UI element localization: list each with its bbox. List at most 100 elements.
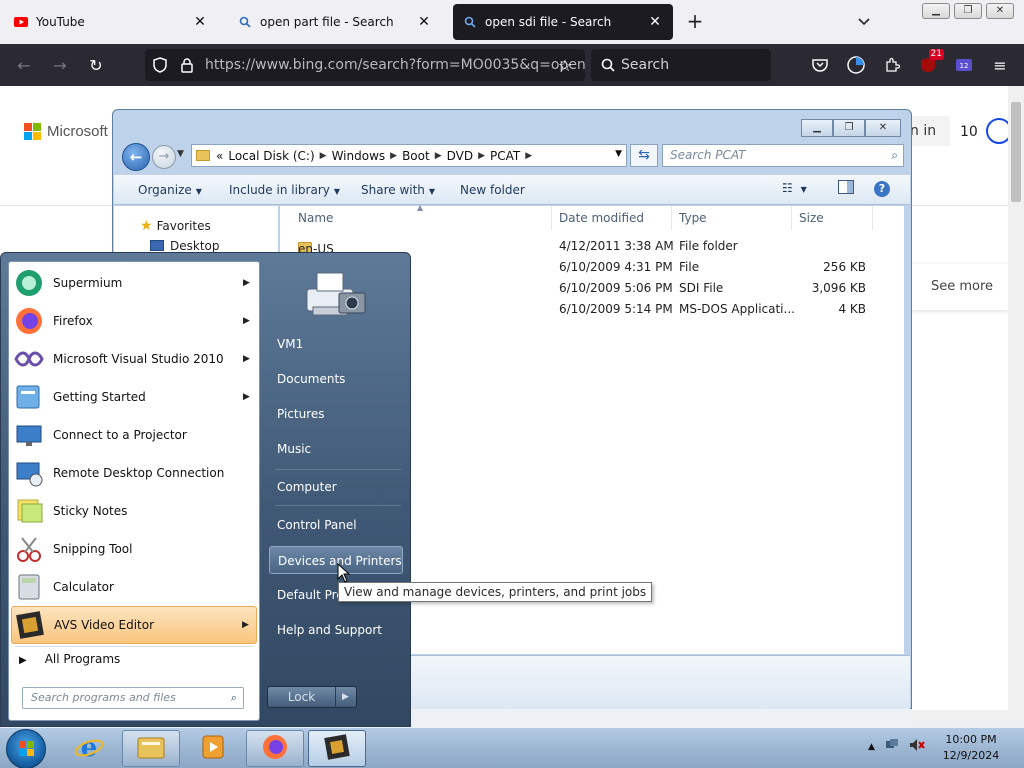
start-link-vm1[interactable]: VM1: [269, 330, 403, 358]
pocket-icon[interactable]: [810, 55, 830, 75]
program-avs-video-editor[interactable]: AVS Video Editor ▶: [11, 606, 257, 644]
maximize-button[interactable]: ❐: [833, 119, 865, 137]
start-link-help-and-support[interactable]: Help and Support: [269, 616, 403, 644]
explorer-search-input[interactable]: Search PCAT ⌕: [662, 144, 904, 167]
view-options-icon[interactable]: ☷ ▼: [782, 181, 807, 195]
volume-muted-icon[interactable]: [909, 738, 925, 755]
breadcrumb-dvd[interactable]: DVD: [447, 149, 473, 163]
breadcrumb-arrow-icon[interactable]: ▶: [435, 151, 442, 161]
program-visual-studio[interactable]: Microsoft Visual Studio 2010 ▶: [11, 340, 257, 378]
nav-favorites[interactable]: ★ Favorites: [140, 218, 211, 234]
help-icon[interactable]: ?: [874, 181, 890, 197]
breadcrumb-arrow-icon[interactable]: ▶: [525, 151, 532, 161]
sign-in-button[interactable]: n in: [908, 116, 950, 146]
taskbar-avs-video-editor[interactable]: [308, 730, 366, 767]
address-dropdown-icon[interactable]: ▼: [615, 149, 622, 159]
address-overflow[interactable]: «: [216, 149, 223, 163]
breadcrumb-arrow-icon[interactable]: ▶: [320, 151, 327, 161]
back-icon[interactable]: ←: [14, 55, 34, 75]
recent-pages-dropdown[interactable]: ▼: [177, 149, 184, 159]
maximize-button[interactable]: ❐: [954, 3, 982, 19]
menu-icon[interactable]: ≡: [990, 55, 1010, 75]
breadcrumb-local-disk[interactable]: Local Disk (C:): [228, 149, 314, 163]
column-date-modified[interactable]: Date modified: [553, 206, 672, 230]
firefox-icon: [13, 305, 45, 337]
close-button[interactable]: ✕: [986, 3, 1014, 19]
new-folder-button[interactable]: New folder: [460, 183, 525, 197]
list-all-tabs-button[interactable]: [852, 10, 876, 34]
program-calculator[interactable]: Calculator: [11, 568, 257, 606]
organize-button[interactable]: Organize ▼: [138, 183, 202, 197]
taskbar-internet-explorer[interactable]: e: [60, 730, 118, 767]
user-picture-printer-icon[interactable]: [303, 263, 369, 323]
tab-open-sdi-file[interactable]: open sdi file - Search ✕: [453, 4, 673, 40]
program-firefox[interactable]: Firefox ▶: [11, 302, 257, 340]
browser-search-box[interactable]: Search: [591, 49, 771, 81]
breadcrumb-pcat[interactable]: PCAT: [490, 149, 520, 163]
microsoft-logo[interactable]: Microsoft: [24, 123, 108, 140]
reload-icon[interactable]: ↻: [86, 55, 106, 75]
show-hidden-icons-icon[interactable]: ▲: [868, 742, 875, 752]
program-remote-desktop[interactable]: Remote Desktop Connection: [11, 454, 257, 492]
start-link-music[interactable]: Music: [269, 435, 403, 463]
taskbar-firefox[interactable]: [246, 730, 304, 767]
share-with-button[interactable]: Share with ▼: [361, 183, 435, 197]
account-icon[interactable]: [846, 55, 866, 75]
taskbar-clock[interactable]: 10:00 PM 12/9/2024: [936, 732, 1006, 764]
breadcrumb-boot[interactable]: Boot: [402, 149, 430, 163]
new-tab-button[interactable]: +: [683, 10, 707, 32]
start-search-placeholder: Search programs and files: [31, 691, 176, 704]
network-icon[interactable]: [885, 738, 899, 755]
scrollbar-thumb[interactable]: [1011, 102, 1021, 202]
close-tab-icon[interactable]: ✕: [416, 14, 432, 30]
start-link-documents[interactable]: Documents: [269, 365, 403, 393]
program-supermium[interactable]: Supermium ▶: [11, 264, 257, 302]
forward-button[interactable]: →: [152, 145, 176, 169]
program-sticky-notes[interactable]: Sticky Notes: [11, 492, 257, 530]
lock-icon[interactable]: [177, 55, 197, 75]
extension-icon[interactable]: 12: [954, 55, 974, 75]
preview-pane-icon[interactable]: [838, 180, 854, 197]
see-more-button[interactable]: See more: [912, 264, 1008, 310]
breadcrumb-arrow-icon[interactable]: ▶: [390, 151, 397, 161]
start-link-pictures[interactable]: Pictures: [269, 400, 403, 428]
url-bar[interactable]: https://www.bing.com/search?form=MO0035&…: [145, 49, 585, 81]
shutdown-options-arrow-icon[interactable]: ▶: [335, 687, 356, 707]
program-getting-started[interactable]: Getting Started ▶: [11, 378, 257, 416]
back-button[interactable]: ←: [122, 143, 150, 171]
program-snipping-tool[interactable]: Snipping Tool: [11, 530, 257, 568]
start-search-input[interactable]: Search programs and files ⌕: [22, 687, 244, 709]
close-tab-icon[interactable]: ✕: [192, 14, 208, 30]
start-button-windows-icon[interactable]: [6, 729, 46, 768]
column-size[interactable]: Size: [793, 206, 873, 230]
minimize-button[interactable]: ▁: [801, 119, 833, 137]
column-type[interactable]: Type: [673, 206, 792, 230]
address-bar[interactable]: « Local Disk (C:) ▶ Windows ▶ Boot ▶ DVD ▶ P…: [191, 144, 627, 167]
nav-desktop[interactable]: Desktop: [150, 239, 220, 253]
minimize-button[interactable]: ▁: [922, 3, 950, 19]
start-link-computer[interactable]: Computer: [269, 473, 403, 501]
taskbar-windows-explorer[interactable]: [122, 730, 180, 767]
program-connect-to-projector[interactable]: Connect to a Projector: [11, 416, 257, 454]
refresh-button[interactable]: ⇆: [630, 144, 658, 167]
breadcrumb-arrow-icon[interactable]: ▶: [478, 151, 485, 161]
close-button[interactable]: ✕: [865, 119, 901, 137]
include-in-library-button[interactable]: Include in library ▼: [229, 183, 340, 197]
lock-label[interactable]: Lock: [268, 687, 336, 707]
lock-button[interactable]: Lock ▶: [267, 686, 357, 708]
adblock-icon[interactable]: 21: [918, 49, 944, 75]
breadcrumb-windows[interactable]: Windows: [332, 149, 386, 163]
close-tab-icon[interactable]: ✕: [647, 14, 663, 30]
extensions-icon[interactable]: [882, 55, 902, 75]
tab-youtube[interactable]: YouTube ✕: [4, 4, 218, 40]
start-link-control-panel[interactable]: Control Panel: [269, 511, 403, 539]
all-programs-button[interactable]: ▶ All Programs: [19, 652, 120, 666]
tab-open-part-file[interactable]: open part file - Search ✕: [228, 4, 442, 40]
forward-icon[interactable]: →: [50, 55, 70, 75]
start-link-devices-and-printers[interactable]: Devices and Printers: [269, 546, 403, 574]
taskbar-media-player[interactable]: [184, 730, 242, 767]
shield-icon[interactable]: [150, 55, 170, 75]
bookmark-star-icon[interactable]: ☆: [555, 55, 575, 75]
page-vertical-scrollbar[interactable]: [1008, 86, 1024, 710]
explorer-window-controls: ▁ ❐ ✕: [801, 119, 901, 137]
